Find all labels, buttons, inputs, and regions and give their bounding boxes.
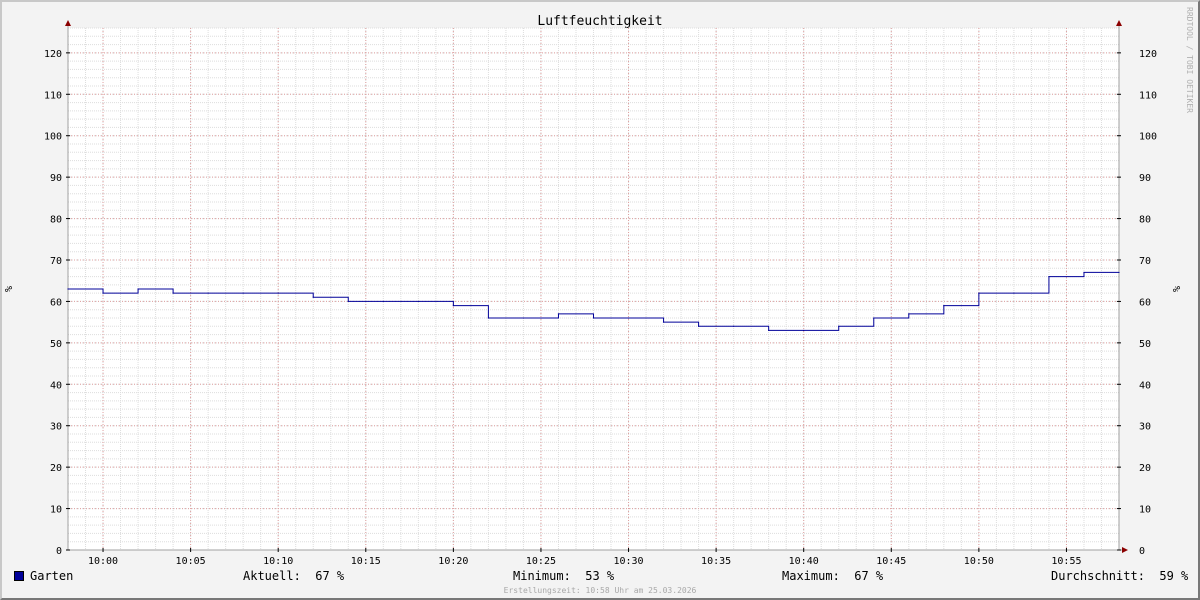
x-tick-label: 10:45 [876,556,906,567]
x-axis-arrow [1122,547,1128,553]
data-point [592,317,595,319]
data-point [803,329,805,332]
y2-axis-arrow [1116,20,1122,26]
data-point [733,325,735,327]
y2-tick-label: 50 [1139,339,1151,350]
y2-tick-label: 40 [1139,380,1151,391]
x-tick-label: 10:10 [263,556,293,567]
y2-tick-label: 20 [1139,463,1151,474]
data-point [102,292,104,294]
data-point [137,288,139,290]
y-axis-arrow [65,20,71,26]
data-point [67,288,69,290]
legend: Garten Aktuell: 67 % Minimum: 53 % Maxim… [14,569,1189,585]
y2-tick-label: 10 [1139,505,1151,516]
data-point [452,304,454,307]
data-point [522,317,525,319]
data-point [978,292,980,294]
legend-swatch [14,571,24,581]
y2-tick-label: 60 [1139,297,1151,308]
data-point [1048,275,1050,278]
data-point [1083,271,1085,274]
y-tick-label: 30 [50,422,62,433]
x-tick-label: 10:05 [176,556,206,567]
y2-tick-label: 90 [1139,173,1151,184]
creation-time: Erstellungszeit: 10:58 Uhr am 25.03.2026 [503,586,697,595]
legend-entry-garten: Garten [14,569,73,598]
graph-frame: Luftfeuchtigkeit RRDTOOL / TOBI OETIKER … [0,0,1200,600]
data-point [662,321,665,323]
x-tick-label: 10:20 [438,556,468,567]
y-tick-label: 20 [50,463,62,474]
data-point [698,325,700,327]
y2-tick-label: 30 [1139,422,1151,433]
y-tick-label: 0 [56,546,62,557]
data-point [312,296,314,298]
data-point [172,292,174,294]
y-tick-label: 10 [50,505,62,516]
data-point [1013,292,1015,294]
data-point [557,313,560,315]
legend-series-name: Garten [30,569,74,583]
data-point [873,317,875,319]
y-tick-label: 110 [44,90,62,101]
legend-aktuell: Aktuell: 67 % [243,569,345,583]
data-point [1118,271,1120,274]
y-tick-label: 80 [50,215,62,226]
y-tick-label: 120 [44,49,62,60]
y2-tick-label: 80 [1139,215,1151,226]
y-tick-label: 50 [50,339,62,350]
data-point [417,300,419,303]
x-tick-label: 10:15 [351,556,381,567]
legend-minimum: Minimum: 53 % [513,569,615,583]
y2-axis-label: % [1172,286,1183,292]
data-point [908,313,910,315]
data-point [487,317,489,319]
y-tick-label: 40 [50,380,62,391]
data-point [382,300,384,303]
x-tick-label: 10:35 [701,556,731,567]
x-tick-label: 10:30 [613,556,643,567]
y2-tick-label: 70 [1139,256,1151,267]
y-axis-label: % [4,286,15,292]
y-tick-label: 60 [50,297,62,308]
x-tick-label: 10:50 [964,556,994,567]
x-tick-label: 10:00 [88,556,118,567]
x-tick-label: 10:25 [526,556,556,567]
chart-title: Luftfeuchtigkeit [537,14,662,29]
y-tick-labels: 0 10 20 30 40 50 60 70 80 90 100 110 120 [44,49,62,557]
legend-durchschnitt: Durchschnitt: 59 % [1051,569,1189,583]
data-point [838,325,840,327]
y2-tick-label: 100 [1139,132,1157,143]
data-point [627,317,630,319]
watermark: RRDTOOL / TOBI OETIKER [1185,7,1194,113]
y2-tick-label: 0 [1139,546,1145,557]
data-point [347,300,349,303]
data-point [242,292,244,294]
y2-tick-labels: 0 10 20 30 40 50 60 70 80 90 100 110 120 [1139,49,1157,557]
y-tick-label: 70 [50,256,62,267]
x-tick-labels: 10:00 10:05 10:10 10:15 10:20 10:25 10:30 10:35… [88,556,1082,567]
x-tick-label: 10:40 [789,556,819,567]
y-tick-label: 100 [44,132,62,143]
data-point [768,329,770,332]
y2-tick-label: 110 [1139,90,1157,101]
data-point [277,292,279,294]
data-point [943,304,945,307]
y2-tick-label: 120 [1139,49,1157,60]
chart: Luftfeuchtigkeit RRDTOOL / TOBI OETIKER … [4,7,1194,567]
legend-maximum: Maximum: 67 % [782,569,884,583]
x-tick-label: 10:55 [1051,556,1081,567]
data-point [207,292,209,294]
y-tick-label: 90 [50,173,62,184]
